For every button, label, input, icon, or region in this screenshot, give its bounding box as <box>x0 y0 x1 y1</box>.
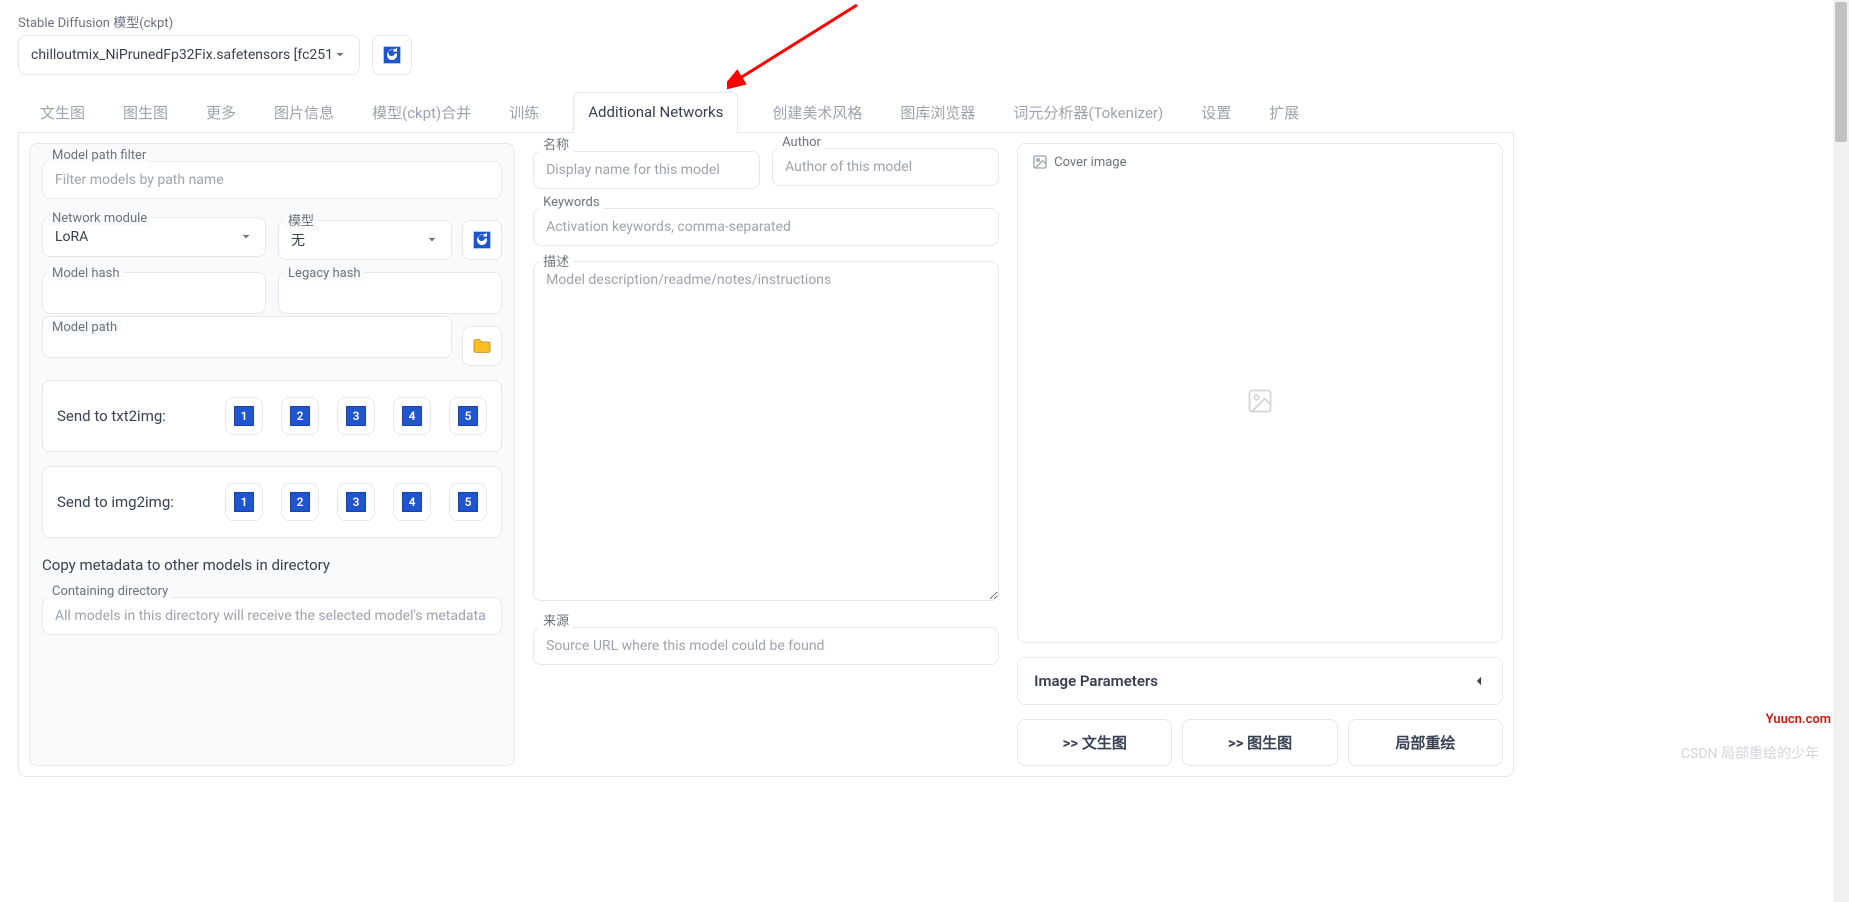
caret-left-icon <box>1472 674 1486 688</box>
mid-panel: 名称 Author Keywords 描述 来源 <box>533 143 999 766</box>
scrollbar-thumb[interactable] <box>1835 2 1847 142</box>
name-label: 名称 <box>539 134 573 153</box>
image-parameters-label: Image Parameters <box>1034 672 1158 690</box>
tab-additional-networks[interactable]: Additional Networks <box>573 92 738 133</box>
refresh-icon <box>382 45 402 65</box>
sd-model-label: Stable Diffusion 模型(ckpt) <box>18 12 360 31</box>
source-input[interactable] <box>533 627 999 665</box>
folder-icon <box>472 338 492 354</box>
keywords-input[interactable] <box>533 208 999 246</box>
author-input[interactable] <box>772 148 999 186</box>
tab-extensions[interactable]: 扩展 <box>1265 92 1303 133</box>
model-path-filter-input[interactable] <box>42 161 502 199</box>
image-icon <box>1032 154 1048 170</box>
desc-label: 描述 <box>539 251 573 270</box>
main-tabs: 文生图 图生图 更多 图片信息 模型(ckpt)合并 训练 Additional… <box>18 91 1514 133</box>
send-img2img-1[interactable]: 1 <box>225 483 263 521</box>
send-img2img-3[interactable]: 3 <box>337 483 375 521</box>
send-txt2img-5[interactable]: 5 <box>449 397 487 435</box>
chevron-down-icon <box>239 230 253 244</box>
tab-artstyle[interactable]: 创建美术风格 <box>768 92 866 133</box>
send-txt2img-1[interactable]: 1 <box>225 397 263 435</box>
tab-more[interactable]: 更多 <box>202 92 240 133</box>
model-path-label: Model path <box>48 320 121 335</box>
send-img2img-4[interactable]: 4 <box>393 483 431 521</box>
source-label: 来源 <box>539 610 573 629</box>
sd-model-select[interactable]: chilloutmix_NiPrunedFp32Fix.safetensors … <box>18 35 360 75</box>
containing-dir-label: Containing directory <box>48 584 172 599</box>
model-hash-label: Model hash <box>48 266 123 281</box>
tab-train[interactable]: 训练 <box>505 92 543 133</box>
tab-txt2img[interactable]: 文生图 <box>36 92 89 133</box>
tab-img2img[interactable]: 图生图 <box>119 92 172 133</box>
send-img2img-row: Send to img2img: 1 2 3 4 5 <box>42 466 502 538</box>
send-img2img-2[interactable]: 2 <box>281 483 319 521</box>
tab-gallery[interactable]: 图库浏览器 <box>896 92 979 133</box>
tab-tokenizer[interactable]: 词元分析器(Tokenizer) <box>1009 92 1167 133</box>
tab-settings[interactable]: 设置 <box>1197 92 1235 133</box>
refresh-icon <box>472 230 492 250</box>
model-path-filter-label: Model path filter <box>48 148 150 163</box>
desc-input[interactable] <box>533 261 999 601</box>
model-select-label: 模型 <box>284 210 318 229</box>
name-input[interactable] <box>533 151 760 189</box>
send-txt2img-row: Send to txt2img: 1 2 3 4 5 <box>42 380 502 452</box>
send-to-img2img-button[interactable]: >> 图生图 <box>1182 719 1337 766</box>
chevron-down-icon <box>333 48 347 62</box>
image-placeholder-icon <box>1246 387 1274 415</box>
legacy-hash-label: Legacy hash <box>284 266 365 281</box>
send-txt2img-4[interactable]: 4 <box>393 397 431 435</box>
open-folder-button[interactable] <box>462 326 502 366</box>
network-module-label: Network module <box>48 211 151 226</box>
watermark-csdn: CSDN 局部重绘的少年 <box>1681 743 1819 763</box>
model-refresh-button[interactable] <box>462 220 502 260</box>
send-txt2img-label: Send to txt2img: <box>57 407 197 425</box>
keywords-label: Keywords <box>539 195 603 210</box>
copy-metadata-heading: Copy metadata to other models in directo… <box>42 556 502 574</box>
sd-model-value: chilloutmix_NiPrunedFp32Fix.safetensors … <box>31 47 333 63</box>
refresh-models-button[interactable] <box>372 35 412 75</box>
send-txt2img-2[interactable]: 2 <box>281 397 319 435</box>
watermark-yuucn: Yuucn.com <box>1766 712 1831 727</box>
author-label: Author <box>778 135 825 150</box>
send-img2img-5[interactable]: 5 <box>449 483 487 521</box>
chevron-down-icon <box>425 233 439 247</box>
right-panel: Cover image Image Parameters >> 文生图 >> 图… <box>1017 143 1503 766</box>
cover-image-dropzone[interactable]: Cover image <box>1017 143 1503 643</box>
left-panel: Model path filter Network module LoRA 模型… <box>29 143 515 766</box>
network-module-value: LoRA <box>55 229 88 245</box>
scrollbar-track[interactable] <box>1833 0 1849 902</box>
send-to-inpaint-button[interactable]: 局部重绘 <box>1348 719 1503 766</box>
tab-pnginfo[interactable]: 图片信息 <box>270 92 338 133</box>
send-to-txt2img-button[interactable]: >> 文生图 <box>1017 719 1172 766</box>
containing-dir-input[interactable] <box>42 597 502 635</box>
send-txt2img-3[interactable]: 3 <box>337 397 375 435</box>
send-img2img-label: Send to img2img: <box>57 493 197 511</box>
image-parameters-accordion[interactable]: Image Parameters <box>1017 657 1503 705</box>
model-select-value: 无 <box>291 230 305 250</box>
cover-image-label: Cover image <box>1054 155 1126 170</box>
tab-ckpt-merge[interactable]: 模型(ckpt)合并 <box>368 92 475 133</box>
